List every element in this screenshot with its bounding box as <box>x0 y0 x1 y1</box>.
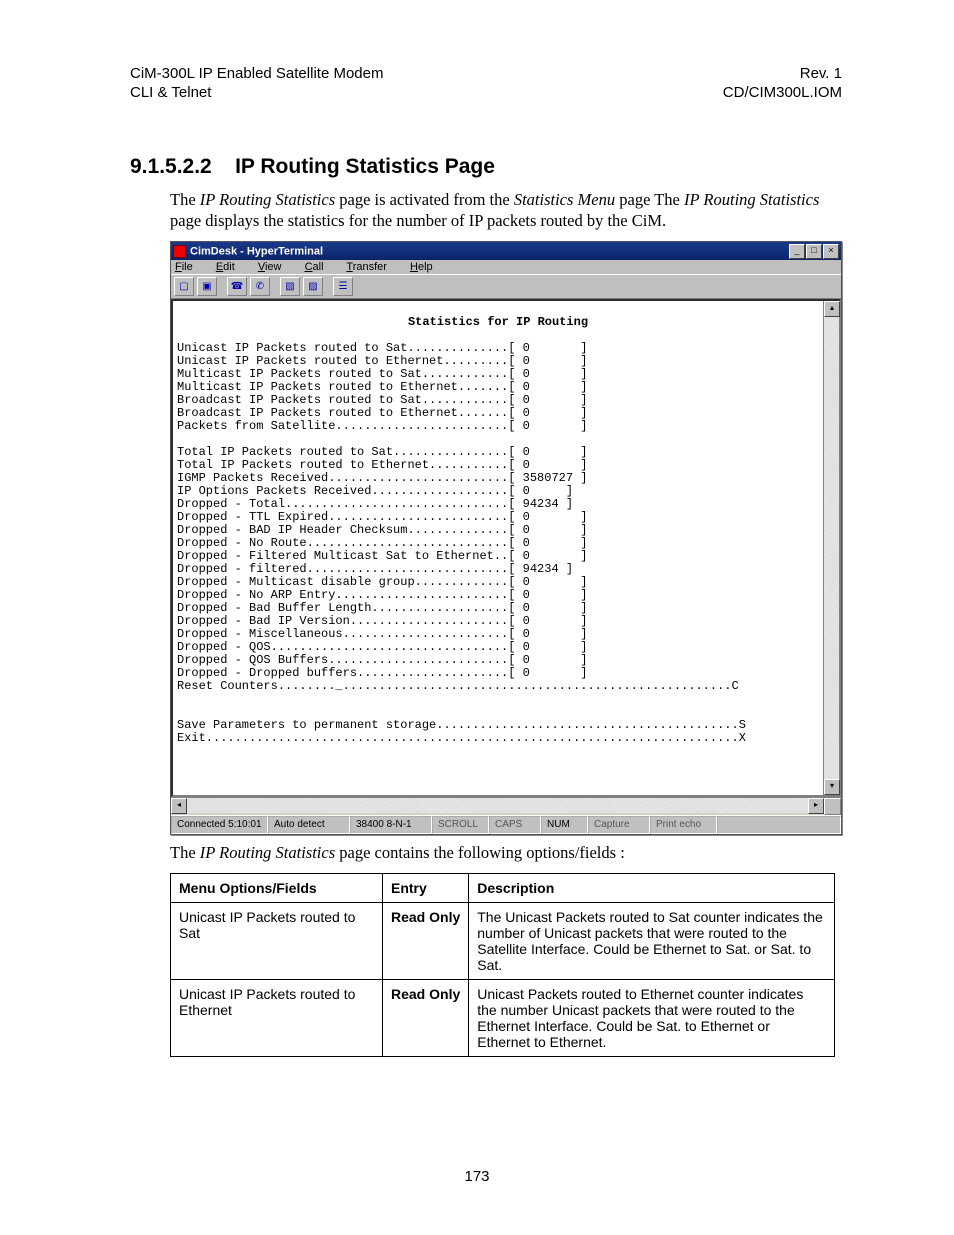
horizontal-scrollbar[interactable]: ◂ ▸ <box>171 798 824 813</box>
toolbar-new-icon[interactable]: ▢ <box>174 277 194 296</box>
window-titlebar[interactable]: CimDesk - HyperTerminal _ □ × <box>171 242 841 260</box>
hyperterminal-window: CimDesk - HyperTerminal _ □ × File Edit … <box>170 241 842 835</box>
scroll-up-icon[interactable]: ▴ <box>824 301 840 317</box>
options-table: Menu Options/Fields Entry Description Un… <box>170 873 835 1057</box>
status-caps: CAPS <box>489 816 541 834</box>
header-left-1: CiM-300L IP Enabled Satellite Modem <box>130 65 383 84</box>
menu-bar[interactable]: File Edit View Call Transfer Help <box>171 260 841 274</box>
menu-edit[interactable]: Edit <box>216 261 245 273</box>
table-head-menu: Menu Options/Fields <box>171 874 383 903</box>
minimize-button[interactable]: _ <box>789 244 805 259</box>
toolbar-properties-icon[interactable]: ☰ <box>333 277 353 296</box>
cell-menu-option: Unicast IP Packets routed to Sat <box>171 903 383 980</box>
section-title-text: IP Routing Statistics Page <box>235 155 495 178</box>
status-bar: Connected 5:10:01 Auto detect 38400 8-N-… <box>171 815 841 834</box>
menu-file[interactable]: File <box>175 261 203 273</box>
toolbar-send-icon[interactable]: ▧ <box>280 277 300 296</box>
status-printecho: Print echo <box>650 816 717 834</box>
cell-menu-option: Unicast IP Packets routed to Ethernet <box>171 980 383 1057</box>
terminal-heading: Statistics for IP Routing <box>177 316 819 329</box>
menu-view[interactable]: View <box>258 261 292 273</box>
status-detect: Auto detect <box>268 816 350 834</box>
cell-entry: Read Only <box>383 980 469 1057</box>
page-number: 173 <box>0 1168 954 1185</box>
menu-call[interactable]: Call <box>305 261 334 273</box>
close-button[interactable]: × <box>823 244 839 259</box>
section-heading: 9.1.5.2.2 IP Routing Statistics Page <box>130 155 842 179</box>
status-connected: Connected 5:10:01 <box>171 816 268 834</box>
menu-help[interactable]: Help <box>410 261 443 273</box>
header-right-1: Rev. 1 <box>723 65 842 84</box>
status-num: NUM <box>541 816 588 834</box>
status-capture: Capture <box>588 816 650 834</box>
toolbar-disconnect-icon[interactable]: ✆ <box>250 277 270 296</box>
status-baud: 38400 8-N-1 <box>350 816 432 834</box>
resize-grip-icon[interactable] <box>824 798 841 815</box>
vertical-scrollbar[interactable]: ▴ ▾ <box>823 301 839 795</box>
header-left-2: CLI & Telnet <box>130 84 383 103</box>
toolbar-receive-icon[interactable]: ▨ <box>303 277 323 296</box>
section-number: 9.1.5.2.2 <box>130 155 212 178</box>
terminal-output[interactable]: Statistics for IP Routing Unicast IP Pac… <box>173 301 823 795</box>
header-right-2: CD/CIM300L.IOM <box>723 84 842 103</box>
scroll-down-icon[interactable]: ▾ <box>824 779 840 795</box>
table-row: Unicast IP Packets routed to EthernetRea… <box>171 980 835 1057</box>
cell-description: The Unicast Packets routed to Sat counte… <box>469 903 835 980</box>
toolbar-open-icon[interactable]: ▣ <box>197 277 217 296</box>
scroll-left-icon[interactable]: ◂ <box>171 798 187 814</box>
app-icon <box>173 245 186 258</box>
status-scroll: SCROLL <box>432 816 489 834</box>
window-title: CimDesk - HyperTerminal <box>190 245 323 257</box>
menu-transfer[interactable]: Transfer <box>346 261 397 273</box>
scroll-right-icon[interactable]: ▸ <box>808 798 824 814</box>
table-head-entry: Entry <box>383 874 469 903</box>
cell-entry: Read Only <box>383 903 469 980</box>
after-terminal-text: The IP Routing Statistics page contains … <box>170 843 842 863</box>
page-header: CiM-300L IP Enabled Satellite Modem CLI … <box>130 65 842 103</box>
intro-paragraph: The IP Routing Statistics page is activa… <box>170 189 842 232</box>
table-row: Unicast IP Packets routed to SatRead Onl… <box>171 903 835 980</box>
cell-description: Unicast Packets routed to Ethernet count… <box>469 980 835 1057</box>
terminal-lines: Unicast IP Packets routed to Sat........… <box>177 342 819 745</box>
maximize-button[interactable]: □ <box>806 244 822 259</box>
toolbar-connect-icon[interactable]: ☎ <box>227 277 247 296</box>
table-head-description: Description <box>469 874 835 903</box>
toolbar: ▢ ▣ ☎ ✆ ▧ ▨ ☰ <box>171 274 841 299</box>
